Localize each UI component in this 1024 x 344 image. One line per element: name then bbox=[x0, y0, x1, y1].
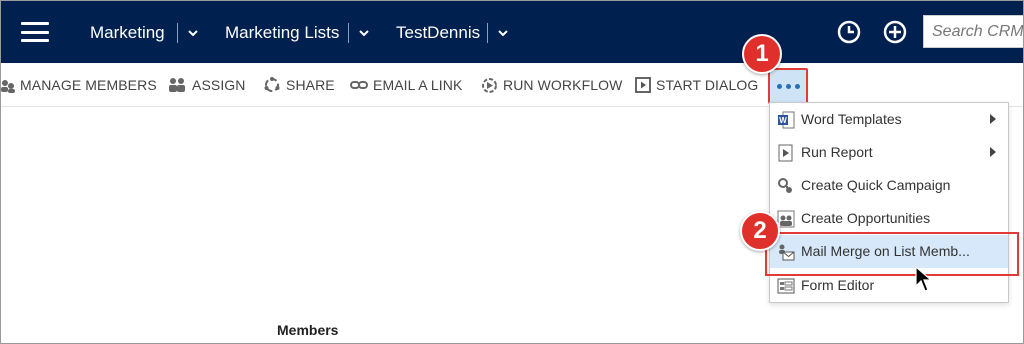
hamburger-menu-icon[interactable] bbox=[21, 22, 49, 42]
start-dialog-button[interactable]: START DIALOG bbox=[635, 63, 758, 107]
app-window: Marketing Marketing Lists TestDennis Sea… bbox=[0, 0, 1024, 344]
mail-merge-icon bbox=[779, 244, 795, 261]
command-bar: MANAGE MEMBERS ASSIGN SHARE EMAIL A LINK bbox=[1, 63, 1023, 107]
chevron-down-icon[interactable] bbox=[185, 22, 201, 44]
search-input[interactable] bbox=[924, 16, 1023, 47]
menu-item-mail-merge[interactable]: Mail Merge on List Memb... bbox=[770, 235, 1008, 268]
search-box bbox=[923, 15, 1023, 48]
breadcrumb-separator bbox=[177, 23, 178, 43]
breadcrumb-marketing-lists[interactable]: Marketing Lists bbox=[225, 23, 339, 43]
share-label: SHARE bbox=[286, 77, 335, 93]
quick-campaign-icon bbox=[778, 178, 792, 193]
run-report-icon bbox=[778, 144, 793, 162]
run-workflow-icon bbox=[482, 77, 497, 93]
manage-members-label: MANAGE MEMBERS bbox=[20, 77, 157, 93]
submenu-arrow-icon bbox=[990, 114, 996, 124]
email-link-label: EMAIL A LINK bbox=[373, 77, 463, 93]
word-templates-icon: W bbox=[778, 111, 795, 129]
manage-members-button[interactable]: MANAGE MEMBERS bbox=[1, 63, 157, 107]
breadcrumb-marketing[interactable]: Marketing bbox=[90, 23, 165, 43]
menu-item-form-editor[interactable]: Form Editor bbox=[770, 269, 1008, 302]
menu-item-create-quick-campaign[interactable]: Create Quick Campaign bbox=[770, 169, 1008, 202]
chevron-down-icon[interactable] bbox=[495, 22, 511, 44]
more-commands-menu: W Word Templates Run Report Create Quick… bbox=[769, 102, 1009, 303]
menu-item-label: Word Templates bbox=[801, 111, 902, 127]
more-commands-button[interactable] bbox=[768, 68, 808, 104]
share-button[interactable]: SHARE bbox=[263, 63, 335, 107]
form-editor-icon bbox=[777, 278, 795, 294]
step-callout-1: 1 bbox=[742, 34, 782, 74]
breadcrumb-record-name[interactable]: TestDennis bbox=[396, 23, 480, 43]
share-icon bbox=[264, 77, 280, 92]
breadcrumb-separator bbox=[348, 23, 349, 43]
start-dialog-icon bbox=[635, 77, 651, 93]
opportunities-icon bbox=[777, 210, 795, 228]
chevron-down-icon[interactable] bbox=[356, 22, 372, 44]
history-clock-icon[interactable] bbox=[835, 18, 863, 46]
assign-button[interactable]: ASSIGN bbox=[167, 63, 246, 107]
email-link-button[interactable]: EMAIL A LINK bbox=[350, 63, 462, 107]
menu-item-label: Form Editor bbox=[801, 277, 875, 293]
add-plus-icon[interactable] bbox=[881, 18, 909, 46]
svg-text:W: W bbox=[779, 116, 787, 125]
manage-members-icon bbox=[1, 80, 15, 93]
ellipsis-icon bbox=[776, 83, 782, 89]
menu-item-create-opportunities[interactable]: Create Opportunities bbox=[770, 202, 1008, 235]
mouse-cursor-icon bbox=[915, 266, 933, 292]
menu-item-label: Run Report bbox=[801, 144, 873, 160]
members-section-label: Members bbox=[277, 322, 339, 338]
submenu-arrow-icon bbox=[990, 147, 996, 157]
top-navigation-bar: Marketing Marketing Lists TestDennis bbox=[1, 1, 1023, 63]
menu-item-label: Create Opportunities bbox=[801, 210, 931, 226]
start-dialog-label: START DIALOG bbox=[656, 77, 759, 93]
breadcrumb-separator bbox=[487, 23, 488, 43]
step-callout-2: 2 bbox=[740, 211, 780, 251]
menu-item-run-report[interactable]: Run Report bbox=[770, 136, 1008, 169]
run-workflow-button[interactable]: RUN WORKFLOW bbox=[481, 63, 622, 107]
assign-label: ASSIGN bbox=[192, 77, 246, 93]
assign-icon bbox=[169, 78, 185, 92]
run-workflow-label: RUN WORKFLOW bbox=[503, 77, 623, 93]
email-link-icon bbox=[350, 81, 368, 89]
menu-item-word-templates[interactable]: W Word Templates bbox=[770, 103, 1008, 136]
menu-item-label: Mail Merge on List Memb... bbox=[801, 243, 970, 259]
menu-item-label: Create Quick Campaign bbox=[801, 177, 951, 193]
